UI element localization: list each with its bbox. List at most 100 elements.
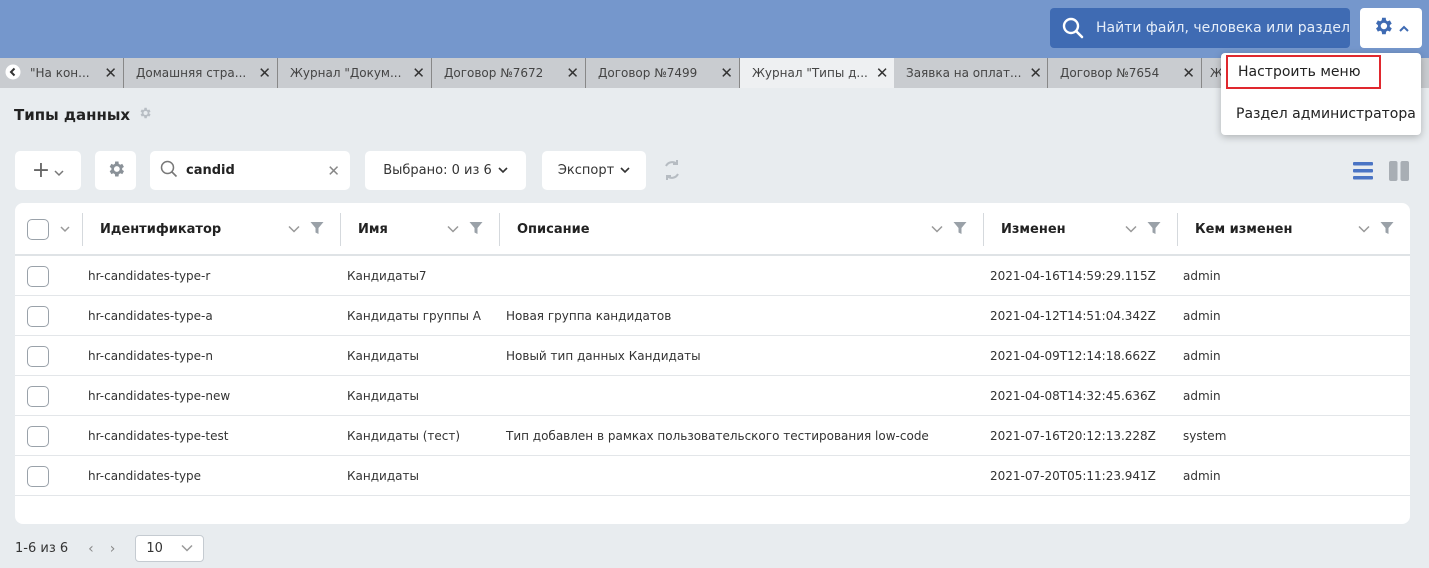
filter-icon[interactable]: [469, 221, 483, 239]
cell-id[interactable]: hr-candidates-type-a: [88, 296, 213, 336]
cell-modified: 2021-04-12T14:51:04.342Z: [990, 309, 1156, 323]
chevron-down-icon[interactable]: [1358, 222, 1370, 237]
column-header-description[interactable]: Описание: [499, 203, 983, 256]
cell-modified-by: admin: [1183, 269, 1221, 283]
table-row[interactable]: hr-candidates-type Кандидаты 2021-07-20T…: [15, 456, 1410, 496]
close-icon[interactable]: ✕: [720, 64, 733, 82]
tab-item[interactable]: Журнал "Докум... ✕: [278, 58, 432, 88]
settings-button[interactable]: [1360, 8, 1422, 48]
cell-modified-by: admin: [1183, 349, 1221, 363]
page-title: Типы данных: [14, 106, 152, 124]
chevron-down-icon: [620, 163, 630, 178]
tab-item[interactable]: Заявка на оплат... ✕: [894, 58, 1048, 88]
pagination: 1-6 из 6 ‹ › 10: [15, 535, 205, 562]
row-checkbox[interactable]: [27, 305, 49, 327]
close-icon[interactable]: ✕: [876, 64, 889, 82]
search-icon: [1050, 17, 1096, 39]
gear-icon: [1372, 15, 1394, 41]
table-row[interactable]: hr-candidates-type-a Кандидаты группы А …: [15, 296, 1410, 336]
table-search-input[interactable]: candid ✕: [150, 151, 350, 190]
columns-view-icon[interactable]: [1388, 160, 1410, 186]
tabs-scroll-left[interactable]: [0, 58, 26, 88]
cell-id[interactable]: hr-candidates-type-r: [88, 256, 210, 296]
cell-name: Кандидаты (тест): [347, 429, 461, 443]
cell-description: Новый тип данных Кандидаты: [506, 349, 701, 363]
cell-modified-by: admin: [1183, 389, 1221, 403]
cell-modified: 2021-04-16T14:59:29.115Z: [990, 269, 1156, 283]
column-header-modified[interactable]: Изменен: [983, 203, 1177, 256]
cell-modified: 2021-04-09T12:14:18.662Z: [990, 349, 1156, 363]
cell-modified-by: admin: [1183, 469, 1221, 483]
search-icon: [160, 160, 178, 182]
top-header: Найти файл, человека или раздел: [0, 0, 1429, 58]
close-icon[interactable]: ✕: [104, 64, 117, 82]
cell-name: Кандидаты7: [347, 269, 427, 283]
cell-id[interactable]: hr-candidates-type: [88, 456, 201, 496]
column-header-modified-by[interactable]: Кем изменен: [1177, 203, 1410, 256]
tab-item[interactable]: "На кон... ✕: [26, 58, 124, 88]
chevron-down-icon[interactable]: [1125, 222, 1137, 237]
close-icon[interactable]: ✕: [1182, 64, 1195, 82]
clear-icon[interactable]: ✕: [327, 162, 340, 180]
page-size-select[interactable]: 10: [135, 535, 205, 562]
gear-icon: [106, 159, 126, 183]
tab-bar: "На кон... ✕ Домашняя стра... ✕ Журнал "До…: [0, 58, 1429, 88]
settings-menu: Настроить меню Раздел администратора: [1221, 53, 1421, 135]
row-checkbox[interactable]: [27, 385, 49, 407]
table-settings-button[interactable]: [95, 151, 136, 190]
close-icon[interactable]: ✕: [566, 64, 579, 82]
row-checkbox[interactable]: [27, 345, 49, 367]
chevron-left-icon[interactable]: ‹: [88, 541, 94, 557]
table-row[interactable]: hr-candidates-type-new Кандидаты 2021-04…: [15, 376, 1410, 416]
cell-modified-by: admin: [1183, 309, 1221, 323]
table-row[interactable]: hr-candidates-type-test Кандидаты (тест)…: [15, 416, 1410, 456]
cell-modified-by: system: [1183, 429, 1227, 443]
list-view-icon[interactable]: [1352, 160, 1374, 186]
tab-item[interactable]: Домашняя стра... ✕: [124, 58, 278, 88]
select-all-header: [15, 203, 82, 256]
cell-modified: 2021-07-20T05:11:23.941Z: [990, 469, 1156, 483]
cell-modified: 2021-04-08T14:32:45.636Z: [990, 389, 1156, 403]
export-dropdown[interactable]: Экспорт: [542, 151, 646, 190]
chevron-down-icon[interactable]: [447, 222, 459, 237]
tab-item[interactable]: Договор №7654 ✕: [1048, 58, 1202, 88]
cell-id[interactable]: hr-candidates-type-n: [88, 336, 213, 376]
row-checkbox[interactable]: [27, 265, 49, 287]
close-icon[interactable]: ✕: [1029, 64, 1042, 82]
tab-item-active[interactable]: Журнал "Типы д... ✕: [740, 58, 894, 88]
cell-description: Новая группа кандидатов: [506, 309, 672, 323]
cell-name: Кандидаты группы А: [347, 309, 481, 323]
add-button[interactable]: +: [15, 151, 81, 190]
table-row[interactable]: hr-candidates-type-n Кандидаты Новый тип…: [15, 336, 1410, 376]
filter-icon[interactable]: [953, 221, 967, 239]
column-header-id[interactable]: Идентификатор: [82, 203, 340, 256]
table-header: Идентификатор Имя Описание Изменен Кем и…: [15, 203, 1410, 256]
close-icon[interactable]: ✕: [258, 64, 271, 82]
menu-item-admin-section[interactable]: Раздел администратора: [1221, 96, 1421, 132]
global-search[interactable]: Найти файл, человека или раздел: [1050, 8, 1350, 48]
tab-item[interactable]: Договор №7672 ✕: [432, 58, 586, 88]
tab-item[interactable]: Договор №7499 ✕: [586, 58, 740, 88]
close-icon[interactable]: ✕: [412, 64, 425, 82]
refresh-icon[interactable]: [660, 158, 684, 186]
chevron-right-icon[interactable]: ›: [110, 541, 116, 557]
select-all-checkbox[interactable]: [27, 219, 49, 240]
row-checkbox[interactable]: [27, 425, 49, 447]
filter-icon[interactable]: [1147, 221, 1161, 239]
chevron-down-icon[interactable]: [60, 222, 70, 237]
menu-item-configure-menu[interactable]: Настроить меню: [1226, 55, 1381, 89]
column-header-name[interactable]: Имя: [340, 203, 499, 256]
table-row[interactable]: hr-candidates-type-r Кандидаты7 2021-04-…: [15, 256, 1410, 296]
row-checkbox[interactable]: [27, 465, 49, 487]
chevron-down-icon[interactable]: [288, 222, 300, 237]
cell-name: Кандидаты: [347, 469, 419, 483]
gear-icon[interactable]: [138, 106, 152, 124]
filter-icon[interactable]: [310, 221, 324, 239]
cell-id[interactable]: hr-candidates-type-test: [88, 416, 228, 456]
filter-icon[interactable]: [1380, 221, 1394, 239]
search-value: candid: [186, 163, 235, 178]
cell-id[interactable]: hr-candidates-type-new: [88, 376, 230, 416]
cell-modified: 2021-07-16T20:12:13.228Z: [990, 429, 1156, 443]
selection-dropdown[interactable]: Выбрано: 0 из 6: [365, 151, 526, 190]
chevron-down-icon[interactable]: [931, 222, 943, 237]
